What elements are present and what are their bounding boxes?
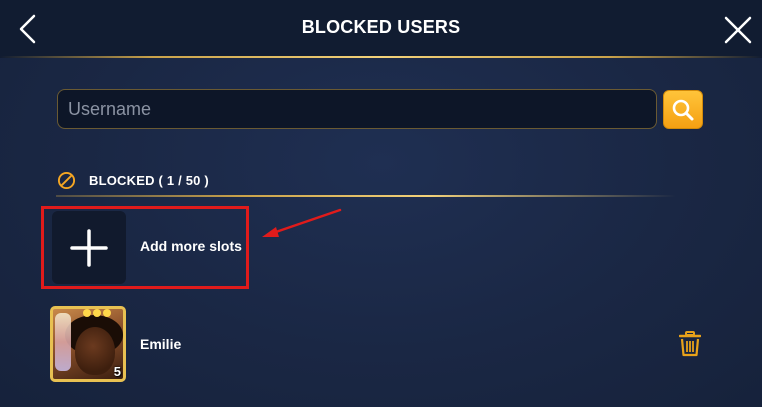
user-level-badge: 5 [113,364,121,379]
username-search-input[interactable] [57,89,657,129]
avatar-badges [83,309,113,317]
close-icon [724,16,752,44]
user-name: Emilie [140,336,182,352]
close-button[interactable] [720,12,756,48]
blocked-users-screen: BLOCKED USERS BLOCKED ( 1 / 50 ) Add mor… [0,0,762,407]
annotation-arrow-icon [262,208,342,237]
user-avatar[interactable]: 5 [50,306,126,382]
add-slot-label[interactable]: Add more slots [140,238,242,254]
trash-icon [679,331,701,357]
add-slot-button[interactable] [52,211,126,284]
blocked-count-label: BLOCKED ( 1 / 50 ) [89,173,209,188]
blocked-icon [57,171,76,190]
header-divider [0,56,762,58]
search-icon [672,99,694,120]
header-bar: BLOCKED USERS [0,0,762,58]
page-title: BLOCKED USERS [301,17,461,37]
unblock-delete-button[interactable] [677,330,703,358]
section-divider [56,195,676,197]
plus-icon [70,228,108,267]
search-button[interactable] [663,90,703,129]
